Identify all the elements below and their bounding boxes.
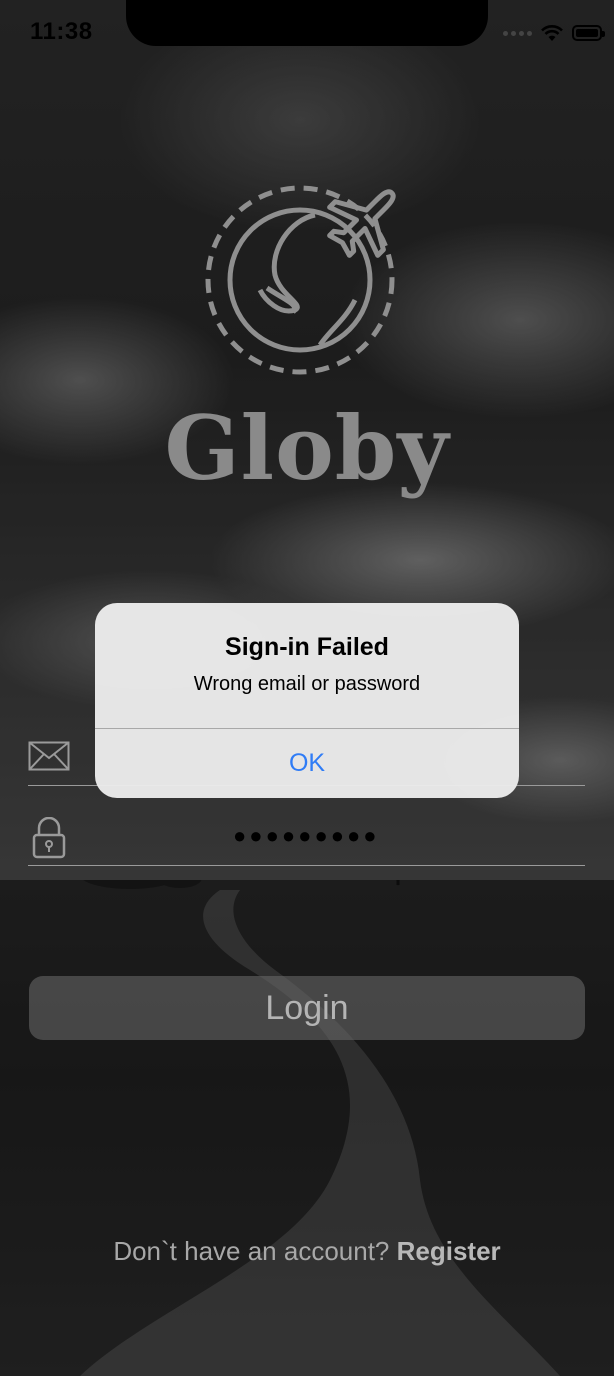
cellular-signal-icon xyxy=(503,30,532,36)
password-field[interactable]: ●●●●●●●●● xyxy=(28,815,585,866)
app-name: Globy xyxy=(164,396,450,500)
status-time: 11:38 xyxy=(30,18,93,45)
alert-message: Wrong email or password xyxy=(193,673,421,695)
globe-airplane-logo-icon xyxy=(205,185,396,375)
login-button[interactable]: Login xyxy=(29,976,585,1040)
wifi-icon xyxy=(541,25,563,41)
register-prompt-text: Don`t have an account? xyxy=(113,1236,390,1266)
device-notch xyxy=(126,0,488,46)
lock-icon xyxy=(32,817,66,859)
password-value: ●●●●●●●●● xyxy=(233,823,380,848)
alert-ok-button[interactable]: OK xyxy=(95,729,519,798)
sign-in-failed-alert: Sign-in Failed Wrong email or password O… xyxy=(95,603,519,798)
register-prompt: Don`t have an account? Register xyxy=(0,1236,614,1267)
register-link[interactable]: Register xyxy=(397,1236,501,1266)
status-indicators xyxy=(503,22,605,44)
alert-title: Sign-in Failed xyxy=(225,633,389,661)
login-screen: 11:38 Globy ●●●●●●●●● Login Don`t have a… xyxy=(0,0,614,1376)
envelope-icon xyxy=(28,741,70,771)
battery-icon xyxy=(572,25,605,41)
